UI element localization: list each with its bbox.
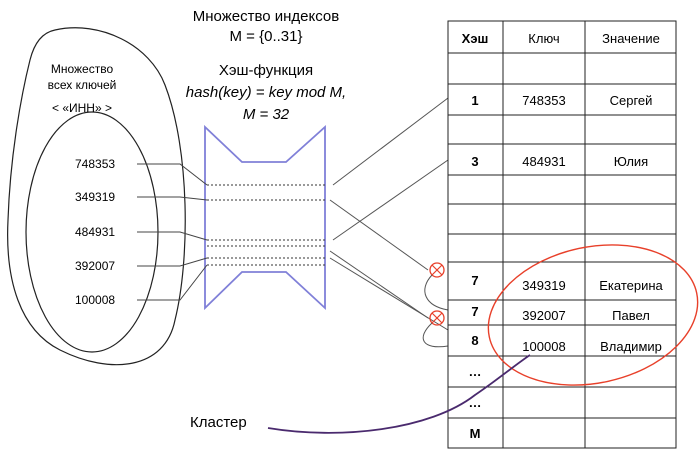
svg-text:392007: 392007 [522, 308, 565, 323]
table-row: 8 100008 Владимир [471, 333, 662, 354]
svg-text:8: 8 [471, 333, 478, 348]
key-set-title-line1: Множество [51, 62, 114, 76]
svg-text:Владимир: Владимир [600, 339, 662, 354]
key-set-subtitle: < «ИНН» > [52, 101, 112, 115]
svg-text:…: … [469, 395, 482, 410]
table-row: … [469, 364, 482, 379]
hash-function-formula: hash(key) = key mod M, [186, 84, 346, 101]
index-set-formula: M = {0..31} [230, 28, 303, 45]
hash-table-diagram: Множество индексов M = {0..31} Хэш-функц… [7, 8, 699, 449]
svg-text:748353: 748353 [522, 93, 565, 108]
svg-text:Сергей: Сергей [610, 93, 653, 108]
key-349319: 349319 [75, 190, 115, 204]
hash-function-title: Хэш-функция [219, 62, 313, 79]
svg-text:349319: 349319 [522, 278, 565, 293]
svg-text:7: 7 [471, 304, 478, 319]
hash-table-grid [447, 20, 677, 449]
header-key: Ключ [528, 31, 559, 46]
svg-text:484931: 484931 [522, 154, 565, 169]
svg-text:M: M [470, 426, 481, 441]
funnel-dotted-lines [207, 184, 325, 266]
key-484931: 484931 [75, 225, 115, 239]
key-748353: 748353 [75, 157, 115, 171]
table-row: 7 392007 Павел [471, 304, 649, 323]
svg-text:1: 1 [471, 93, 478, 108]
key-set-title-line2: всех ключей [48, 78, 117, 92]
svg-text:…: … [469, 364, 482, 379]
hash-output-lines [329, 97, 449, 331]
table-row: … [469, 395, 482, 410]
input-line-100008 [137, 264, 208, 301]
hash-function-param: M = 32 [243, 106, 290, 123]
key-100008: 100008 [75, 293, 115, 307]
hash-function-funnel [204, 124, 326, 311]
collision-marker-1 [429, 262, 445, 278]
svg-text:100008: 100008 [522, 339, 565, 354]
svg-text:Екатерина: Екатерина [599, 278, 663, 293]
svg-text:7: 7 [471, 273, 478, 288]
svg-text:Юлия: Юлия [614, 154, 648, 169]
table-row: 7 349319 Екатерина [471, 273, 663, 293]
svg-text:3: 3 [471, 154, 478, 169]
table-row: 3 484931 Юлия [471, 154, 648, 169]
input-line-484931 [137, 231, 208, 241]
header-hash: Хэш [462, 31, 489, 46]
key-392007: 392007 [75, 259, 115, 273]
index-set-title: Множество индексов [193, 8, 340, 25]
input-line-349319 [137, 196, 208, 201]
header-value: Значение [602, 31, 660, 46]
table-row: 1 748353 Сергей [471, 93, 652, 108]
svg-text:Павел: Павел [612, 308, 650, 323]
input-line-392007 [137, 257, 208, 267]
cluster-pointer [267, 354, 531, 434]
cluster-highlight [487, 244, 699, 386]
key-input-lines [137, 163, 208, 301]
table-row: M [470, 426, 481, 441]
cluster-label: Кластер [190, 414, 247, 431]
